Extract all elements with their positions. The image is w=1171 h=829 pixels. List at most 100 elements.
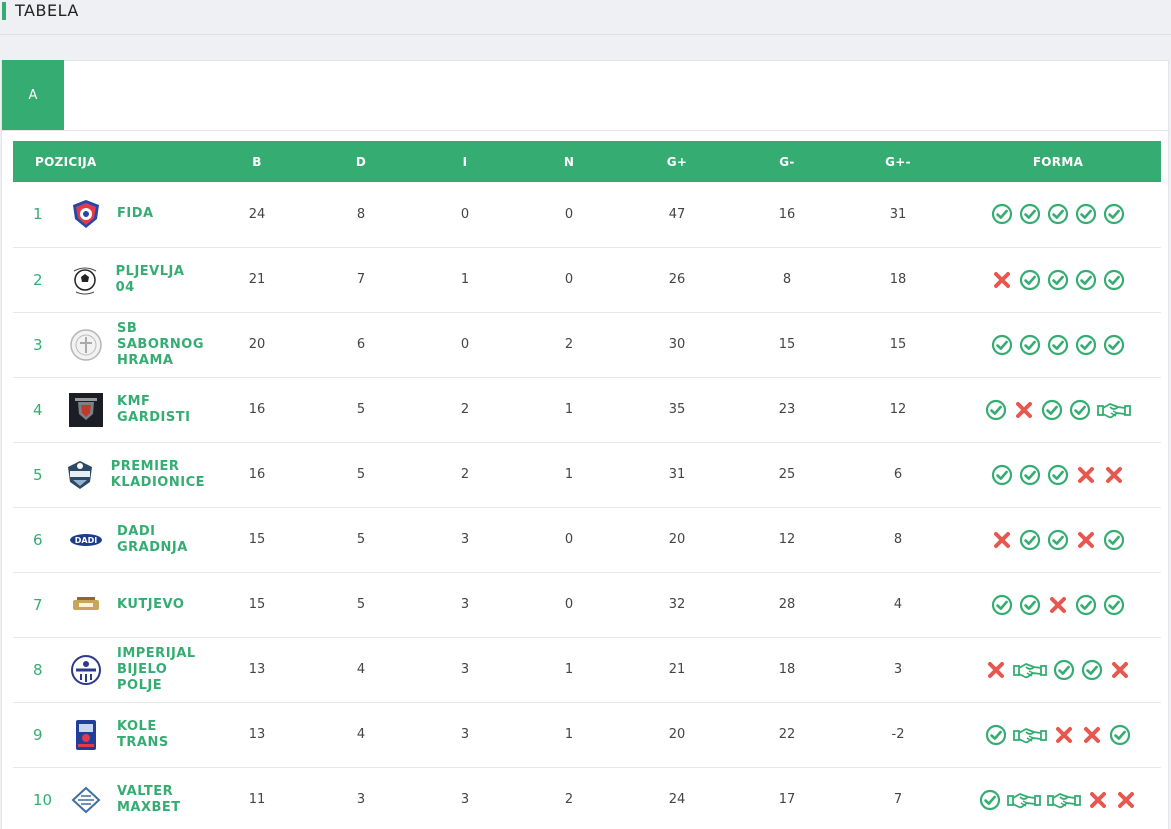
team-name-link[interactable]: KOLE TRANS <box>117 719 169 751</box>
title-accent-bar <box>2 2 6 20</box>
table-row[interactable]: 3 SB SABORNOG HRAMA 20 6 0 2 30 15 15 <box>13 312 1161 377</box>
rank-cell: 1 FIDA <box>13 182 205 247</box>
team-logo-icon <box>69 392 103 427</box>
wins-cell: 4 <box>356 662 366 677</box>
form-icons <box>955 789 1161 811</box>
col-header-b[interactable]: B <box>205 141 309 182</box>
win-check-icon <box>1047 464 1069 486</box>
losses-cell: 1 <box>564 467 574 482</box>
loss-x-icon <box>1087 789 1109 811</box>
form-cell <box>955 702 1161 767</box>
points-cell: 13 <box>248 662 266 677</box>
win-check-icon <box>1019 594 1041 616</box>
form-cell <box>955 507 1161 572</box>
team-name-link[interactable]: FIDA <box>117 206 154 222</box>
col-header-i[interactable]: I <box>413 141 517 182</box>
losses-cell: 1 <box>564 727 574 742</box>
rank-number: 8 <box>33 660 43 679</box>
loss-x-icon <box>1115 789 1137 811</box>
loss-x-icon <box>991 529 1013 551</box>
col-header-d[interactable]: D <box>309 141 413 182</box>
losses-cell: 0 <box>564 206 574 222</box>
team-name-link[interactable]: SB SABORNOG HRAMA <box>117 321 204 369</box>
losses-cell: 0 <box>564 532 574 547</box>
win-check-icon <box>1041 399 1063 421</box>
team-name-link[interactable]: PREMIER KLADIONICE <box>111 459 205 491</box>
form-cell <box>955 312 1161 377</box>
table-row[interactable]: 6 DADI DADI GRADNJA 15 5 3 0 20 12 8 <box>13 507 1161 572</box>
draws-cell: 1 <box>460 272 470 287</box>
points-cell: 15 <box>248 532 266 547</box>
col-header-n[interactable]: N <box>517 141 621 182</box>
table-row[interactable]: 9 KOLE TRANS 13 4 3 1 20 22 -2 <box>13 702 1161 767</box>
win-check-icon <box>1019 334 1041 356</box>
points-cell: 24 <box>248 206 266 222</box>
draw-handshake-icon <box>1047 789 1081 811</box>
team-name-link[interactable]: PLJEVLJA 04 <box>116 264 205 296</box>
win-check-icon <box>991 464 1013 486</box>
goals-against-cell: 22 <box>778 727 796 742</box>
win-check-icon <box>991 334 1013 356</box>
team-logo-icon <box>69 328 103 362</box>
table-row[interactable]: 7 KUTJEVO 15 5 3 0 32 28 4 <box>13 572 1161 637</box>
table-row[interactable]: 5 PREMIER KLADIONICE 16 5 2 1 31 25 6 <box>13 442 1161 507</box>
losses-cell: 1 <box>564 402 574 417</box>
win-check-icon <box>1103 594 1125 616</box>
draws-cell: 0 <box>460 206 470 222</box>
win-check-icon <box>1103 203 1125 225</box>
goal-diff-cell: 31 <box>889 206 907 222</box>
team-name-link[interactable]: KUTJEVO <box>117 597 184 613</box>
wins-cell: 5 <box>356 402 366 417</box>
goals-for-cell: 30 <box>668 337 686 352</box>
table-row[interactable]: 8 IMPERIJAL BIJELO POLJE 13 4 3 1 21 18 3 <box>13 637 1161 702</box>
win-check-icon <box>1081 659 1103 681</box>
table-row[interactable]: 2 PLJEVLJA 04 21 7 1 0 26 8 18 <box>13 247 1161 312</box>
draws-cell: 3 <box>460 597 470 612</box>
goal-diff-cell: 12 <box>889 402 907 417</box>
col-header-goals-against[interactable]: G- <box>733 141 841 182</box>
win-check-icon <box>1047 203 1069 225</box>
table-row[interactable]: 1 FIDA 24 8 0 0 47 16 31 <box>13 182 1161 247</box>
goals-against-cell: 28 <box>778 597 796 612</box>
col-header-goals-for[interactable]: G+ <box>621 141 733 182</box>
goals-for-cell: 21 <box>668 662 686 677</box>
col-header-goal-diff[interactable]: G+- <box>841 141 955 182</box>
form-cell <box>955 247 1161 312</box>
table-row[interactable]: 10 VALTER MAXBET 11 3 3 2 24 17 7 <box>13 767 1161 829</box>
team-name-link[interactable]: IMPERIJAL BIJELO POLJE <box>117 646 196 694</box>
rank-number: 6 <box>33 530 43 549</box>
team-logo-icon <box>69 197 103 231</box>
win-check-icon <box>979 789 1001 811</box>
goals-for-cell: 20 <box>668 727 686 742</box>
loss-x-icon <box>1075 529 1097 551</box>
team-name-link[interactable]: KMF GARDISTI <box>117 394 190 426</box>
win-check-icon <box>1019 464 1041 486</box>
rank-cell: 2 PLJEVLJA 04 <box>13 247 205 312</box>
col-header-pozicija[interactable]: POZICIJA <box>13 141 205 182</box>
goals-against-cell: 23 <box>778 402 796 417</box>
goals-against-cell: 25 <box>778 467 796 482</box>
points-cell: 21 <box>248 272 266 287</box>
goals-for-cell: 20 <box>668 532 686 547</box>
team-logo-icon <box>69 653 103 687</box>
group-tabs: A <box>2 60 1170 131</box>
draws-cell: 0 <box>460 337 470 352</box>
page-title: TABELA <box>15 1 79 20</box>
draw-handshake-icon <box>1097 399 1131 421</box>
win-check-icon <box>991 594 1013 616</box>
form-icons <box>955 399 1161 421</box>
goal-diff-cell: -2 <box>891 727 905 742</box>
team-name-link[interactable]: VALTER MAXBET <box>117 784 181 816</box>
draws-cell: 2 <box>460 402 470 417</box>
goals-for-cell: 35 <box>668 402 686 417</box>
form-cell <box>955 442 1161 507</box>
tab-group-a[interactable]: A <box>2 60 64 130</box>
col-header-forma[interactable]: FORMA <box>955 141 1161 182</box>
rank-number: 7 <box>33 595 43 614</box>
standings-table: POZICIJA B D I N G+ G- G+- FORMA 1 FIDA 24… <box>13 141 1161 829</box>
loss-x-icon <box>985 659 1007 681</box>
table-row[interactable]: 4 KMF GARDISTI 16 5 2 1 35 23 12 <box>13 377 1161 442</box>
team-name-link[interactable]: DADI GRADNJA <box>117 524 188 556</box>
win-check-icon <box>1047 334 1069 356</box>
win-check-icon <box>1103 334 1125 356</box>
